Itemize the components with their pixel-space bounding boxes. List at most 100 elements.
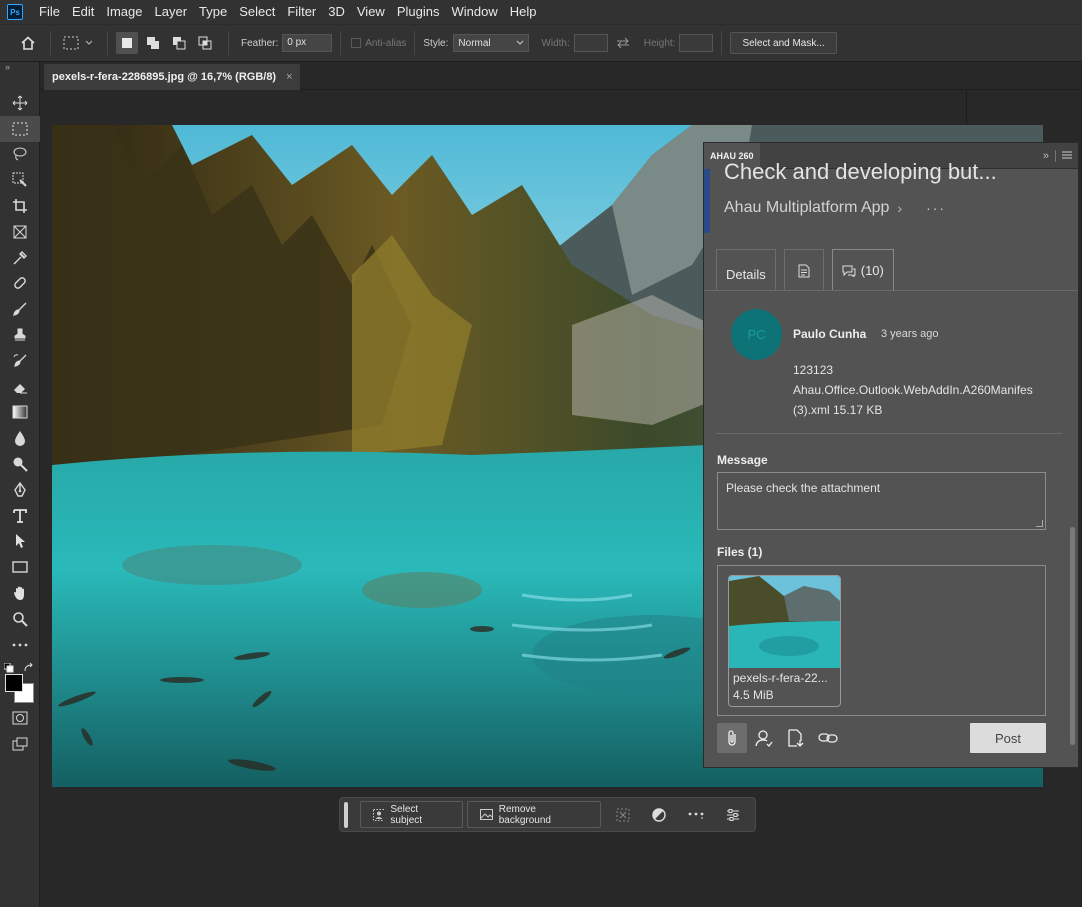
add-selection-icon[interactable] [142, 32, 164, 54]
project-name[interactable]: Ahau Multiplatform App [724, 199, 889, 217]
menu-edit[interactable]: Edit [66, 0, 100, 24]
mention-user-icon[interactable] [749, 723, 779, 753]
gradient-tool-icon[interactable] [0, 400, 40, 426]
path-select-tool-icon[interactable] [0, 529, 40, 555]
document-icon [798, 264, 810, 277]
close-icon[interactable]: × [286, 71, 292, 83]
comments-icon [842, 265, 856, 277]
menu-type[interactable]: Type [193, 0, 233, 24]
subtract-selection-icon[interactable] [168, 32, 190, 54]
eraser-tool-icon[interactable] [0, 374, 40, 400]
healing-tool-icon[interactable] [0, 271, 40, 297]
new-selection-icon[interactable] [116, 32, 138, 54]
insert-document-icon[interactable] [781, 723, 811, 753]
options-separator [721, 31, 723, 55]
menu-filter[interactable]: Filter [281, 0, 322, 24]
marquee-preset-icon[interactable] [59, 35, 99, 51]
object-select-tool-icon[interactable] [0, 167, 40, 193]
project-breadcrumb[interactable]: Ahau Multiplatform App › ··· [724, 199, 946, 217]
rectangle-tool-icon[interactable] [0, 554, 40, 580]
feather-input[interactable]: 0 px [282, 34, 333, 52]
lasso-tool-icon[interactable] [0, 142, 40, 168]
comment-attachment-size: (3).xml 15.17 KB [793, 403, 883, 417]
attach-icon[interactable] [717, 723, 747, 753]
transform-selection-icon[interactable] [605, 801, 642, 828]
select-subject-label: Select subject [390, 803, 423, 826]
options-bar: Feather: 0 px Anti-alias Style: Normal W… [0, 24, 1082, 62]
chevron-down-icon [517, 40, 524, 45]
history-brush-tool-icon[interactable] [0, 348, 40, 374]
menu-file[interactable]: File [33, 0, 66, 24]
menu-select[interactable]: Select [233, 0, 281, 24]
thumbnail-illustration [729, 576, 840, 668]
menu-bar: Ps File Edit Image Layer Type Select Fil… [0, 0, 1082, 24]
task-bar-handle[interactable] [344, 801, 348, 828]
file-attachment-card[interactable]: pexels-r-fera-22... 4.5 MiB [728, 575, 841, 707]
menu-help[interactable]: Help [504, 0, 543, 24]
tab-notes[interactable] [783, 249, 824, 291]
resize-handle[interactable] [1036, 520, 1043, 527]
style-select[interactable]: Normal [453, 34, 530, 52]
tab-details-label: Details [726, 267, 766, 282]
foreground-color-swatch[interactable] [5, 673, 23, 692]
remove-background-label: Remove background [498, 803, 551, 826]
quick-mask-icon[interactable] [0, 706, 40, 732]
accent-bar [704, 169, 710, 233]
tab-comments[interactable]: (10) [831, 249, 894, 291]
select-and-mask-button[interactable]: Select and Mask... [730, 32, 837, 54]
swap-icon[interactable] [608, 37, 638, 49]
pen-tool-icon[interactable] [0, 477, 40, 503]
type-tool-icon[interactable] [0, 503, 40, 529]
document-tab[interactable]: pexels-r-fera-2286895.jpg @ 16,7% (RGB/8… [44, 64, 300, 90]
antialias-label: Anti-alias [365, 37, 407, 49]
menu-layer[interactable]: Layer [149, 0, 194, 24]
height-input[interactable] [679, 34, 714, 52]
eyedropper-tool-icon[interactable] [0, 245, 40, 271]
antialias-checkbox[interactable] [351, 38, 362, 48]
zoom-tool-icon[interactable] [0, 606, 40, 632]
menu-window[interactable]: Window [445, 0, 503, 24]
stamp-tool-icon[interactable] [0, 322, 40, 348]
image-icon [480, 809, 493, 820]
message-input[interactable]: Please check the attachment [717, 472, 1046, 530]
width-input[interactable] [573, 34, 608, 52]
select-subject-button[interactable]: Select subject [359, 801, 464, 828]
blur-tool-icon[interactable] [0, 425, 40, 451]
file-size: 4.5 MiB [733, 688, 774, 702]
remove-background-button[interactable]: Remove background [467, 801, 601, 828]
link-icon[interactable] [813, 723, 843, 753]
adjustment-contrast-icon[interactable] [641, 801, 678, 828]
file-thumbnail [729, 576, 840, 668]
comment-actions [717, 723, 845, 753]
files-drop-area[interactable]: pexels-r-fera-22... 4.5 MiB [717, 565, 1046, 716]
hand-tool-icon[interactable] [0, 580, 40, 606]
menu-3d[interactable]: 3D [322, 0, 351, 24]
intersect-selection-icon[interactable] [194, 32, 216, 54]
more-options-icon[interactable] [678, 801, 715, 828]
frame-tool-icon[interactable] [0, 219, 40, 245]
post-button[interactable]: Post [970, 723, 1046, 753]
color-swatches [0, 658, 39, 706]
menu-view[interactable]: View [351, 0, 391, 24]
more-icon[interactable]: ··· [926, 200, 946, 216]
panel-scrollbar[interactable] [1070, 527, 1075, 745]
menu-plugins[interactable]: Plugins [391, 0, 446, 24]
move-tool-icon[interactable] [0, 90, 40, 116]
crop-tool-icon[interactable] [0, 193, 40, 219]
more-tools-icon[interactable] [0, 632, 40, 658]
screen-mode-icon[interactable] [0, 731, 40, 757]
height-label: Height: [643, 37, 676, 49]
comment-time: 3 years ago [881, 328, 939, 340]
marquee-tool-icon[interactable] [0, 115, 40, 142]
settings-sliders-icon[interactable] [714, 801, 751, 828]
options-separator [107, 31, 108, 55]
menu-image[interactable]: Image [100, 0, 148, 24]
swap-colors-icon[interactable] [24, 660, 34, 678]
home-icon[interactable] [14, 35, 42, 51]
dodge-tool-icon[interactable] [0, 451, 40, 477]
ahau-panel: AHAU 260 » Check and developing but... A… [703, 142, 1079, 768]
brush-tool-icon[interactable] [0, 296, 40, 322]
tab-details[interactable]: Details [716, 249, 776, 291]
collapse-icon[interactable]: » [0, 62, 39, 74]
comment-attachment-name[interactable]: Ahau.Office.Outlook.WebAddIn.A260Manifes [793, 383, 1033, 397]
